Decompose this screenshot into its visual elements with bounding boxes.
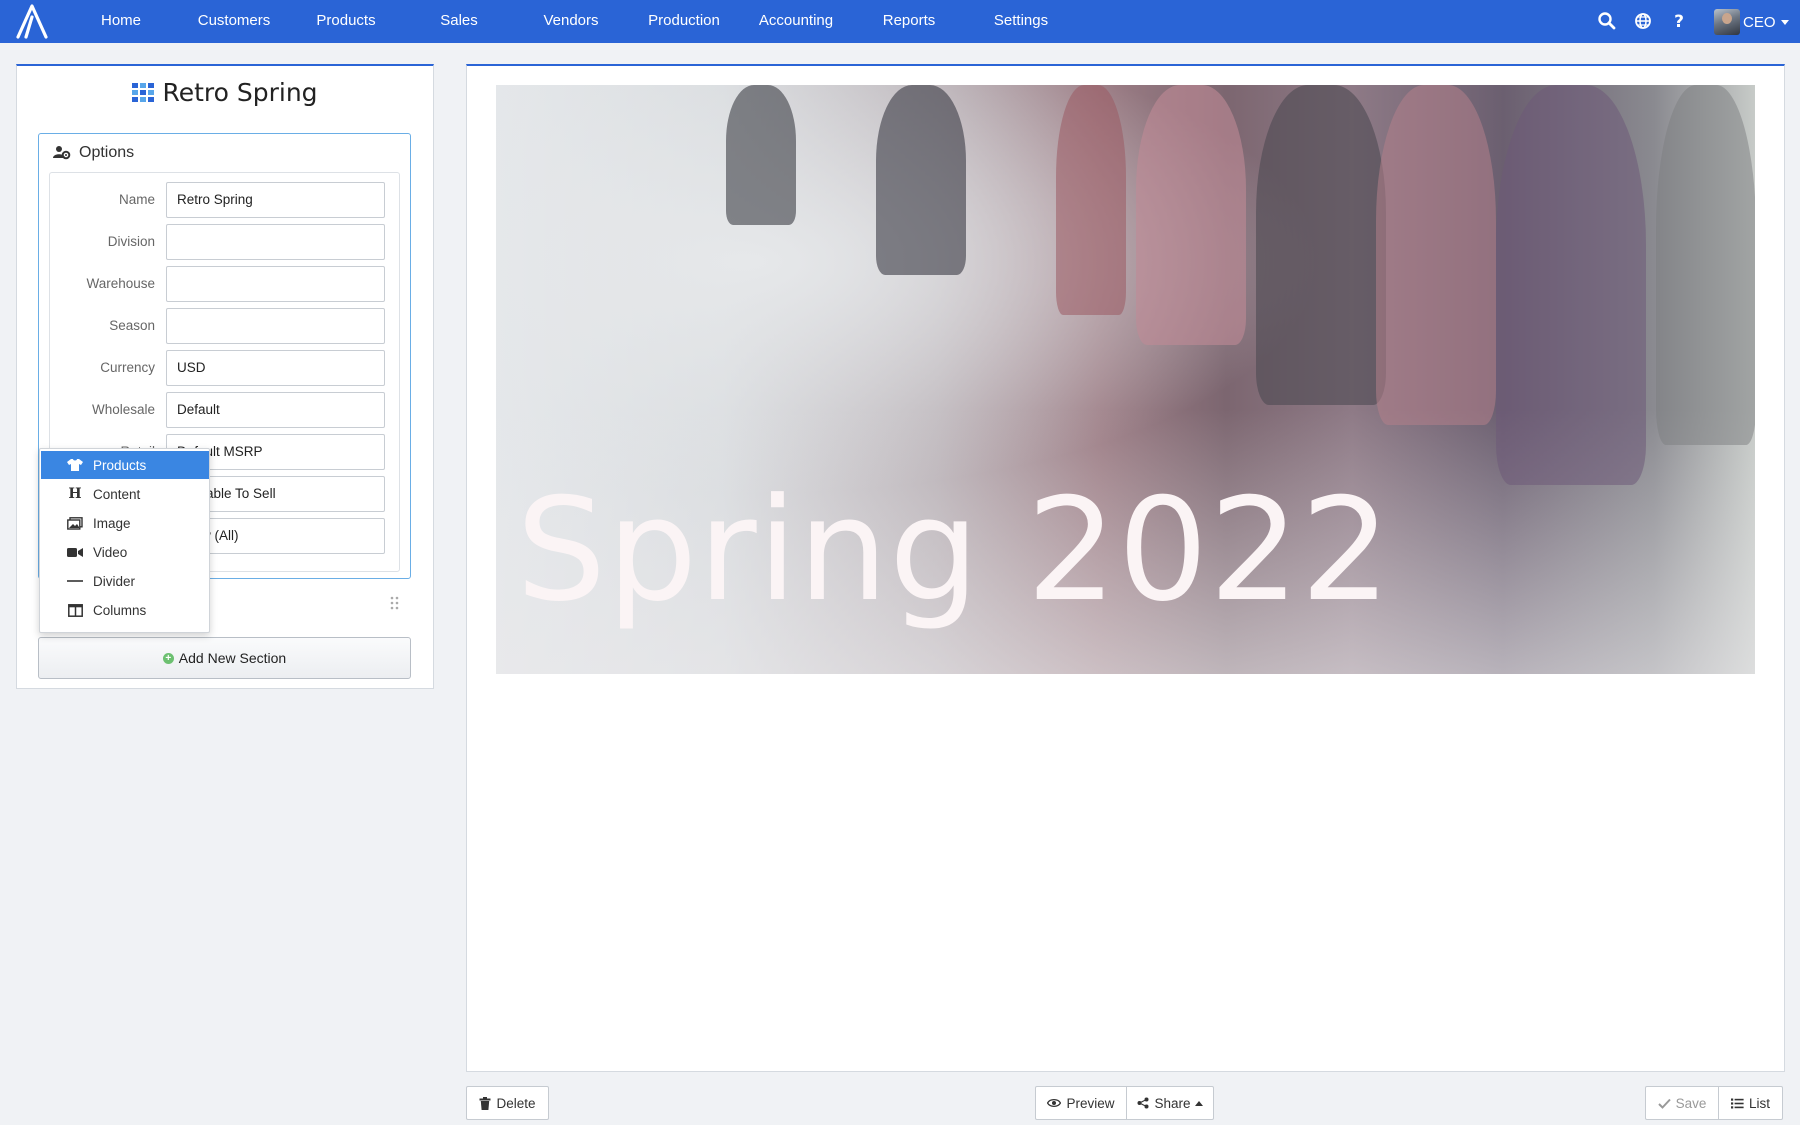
add-new-section-label: Add New Section — [178, 650, 287, 666]
field-label: Division — [107, 234, 155, 249]
menu-item-video[interactable]: Video — [41, 538, 209, 566]
share-label: Share — [1154, 1095, 1191, 1111]
page-title-text: Retro Spring — [162, 78, 318, 107]
list-button[interactable]: List — [1718, 1086, 1783, 1120]
images-icon — [65, 515, 85, 531]
decorative-figure — [1656, 85, 1755, 445]
field-label: Warehouse — [86, 276, 155, 291]
tshirt-icon — [65, 457, 85, 473]
menu-item-label: Content — [93, 486, 141, 502]
save-label: Save — [1675, 1095, 1707, 1111]
division-field[interactable] — [166, 224, 385, 260]
menu-item-label: Image — [93, 515, 131, 531]
menu-item-label: Columns — [93, 602, 147, 618]
users-cog-icon — [53, 146, 71, 160]
list-label: List — [1748, 1095, 1770, 1111]
menu-item-label: Products — [93, 457, 147, 473]
season-field[interactable] — [166, 308, 385, 344]
chevron-down-icon — [1780, 19, 1789, 25]
nav-home[interactable]: Home — [66, 0, 176, 43]
columns-icon — [65, 602, 85, 618]
options-heading[interactable]: Options — [53, 144, 134, 162]
field-label: Season — [109, 318, 155, 333]
decorative-figure — [1136, 85, 1246, 345]
field-currency: Currency USD — [50, 350, 399, 386]
nav-customers[interactable]: Customers — [179, 0, 289, 43]
save-button[interactable]: Save — [1645, 1086, 1719, 1120]
top-nav-bar: Home Customers Products Sales Vendors Pr… — [0, 0, 1800, 43]
name-field[interactable]: Retro Spring — [166, 182, 385, 218]
decorative-figure — [1376, 85, 1496, 425]
delete-label: Delete — [496, 1095, 536, 1111]
wholesale-field[interactable]: Default — [166, 392, 385, 428]
menu-item-label: Video — [93, 544, 128, 560]
field-label: Wholesale — [91, 402, 155, 417]
nav-settings[interactable]: Settings — [966, 0, 1076, 43]
menu-item-columns[interactable]: Columns — [41, 596, 209, 624]
search-icon[interactable] — [1596, 10, 1618, 32]
field-warehouse: Warehouse — [50, 266, 399, 302]
globe-icon[interactable] — [1632, 10, 1654, 32]
decorative-figure — [726, 85, 796, 225]
menu-item-products[interactable]: Products — [41, 451, 209, 479]
nav-sales[interactable]: Sales — [404, 0, 514, 43]
delete-button[interactable]: Delete — [466, 1086, 549, 1120]
field-season: Season — [50, 308, 399, 344]
menu-item-divider[interactable]: Divider — [41, 567, 209, 595]
catalog-grid-icon — [132, 83, 155, 102]
hero-banner-image[interactable]: Spring 2022 — [496, 85, 1755, 674]
page-title: Retro Spring — [17, 78, 433, 107]
preview-label: Preview — [1066, 1095, 1115, 1111]
catalog-preview-panel: Spring 2022 — [466, 64, 1785, 1072]
menu-item-content[interactable]: H Content — [41, 480, 209, 508]
eye-icon — [1047, 1098, 1062, 1108]
options-heading-text: Options — [79, 144, 135, 161]
preview-button[interactable]: Preview — [1035, 1086, 1127, 1120]
trash-icon — [479, 1096, 491, 1110]
drag-handle-icon[interactable] — [390, 596, 400, 610]
field-name: Name Retro Spring — [50, 182, 399, 218]
divider-icon — [65, 573, 85, 589]
add-new-section-button[interactable]: + Add New Section — [38, 637, 411, 679]
avatar — [1714, 9, 1740, 35]
menu-item-image[interactable]: Image — [41, 509, 209, 537]
nav-vendors[interactable]: Vendors — [516, 0, 626, 43]
nav-reports[interactable]: Reports — [854, 0, 964, 43]
share-icon — [1137, 1097, 1149, 1109]
heading-icon: H — [68, 486, 82, 502]
currency-field[interactable]: USD — [166, 350, 385, 386]
warehouse-field[interactable] — [166, 266, 385, 302]
decorative-figure — [1256, 85, 1386, 405]
section-type-menu: Products H Content Image Video Divider C… — [39, 448, 210, 633]
field-label: Name — [118, 192, 155, 207]
chevron-up-icon — [1194, 1100, 1203, 1106]
nav-products[interactable]: Products — [291, 0, 401, 43]
help-icon[interactable]: ? — [1668, 10, 1690, 32]
check-icon — [1657, 1098, 1671, 1109]
user-menu[interactable]: CEO — [1714, 8, 1789, 36]
app-logo-icon[interactable] — [14, 3, 50, 39]
svg-text:?: ? — [1674, 12, 1684, 32]
user-label: CEO — [1743, 13, 1776, 31]
field-division: Division — [50, 224, 399, 260]
decorative-figure — [1056, 85, 1126, 315]
hero-title: Spring 2022 — [516, 468, 1392, 633]
field-wholesale: Wholesale Default — [50, 392, 399, 428]
video-icon — [65, 544, 85, 560]
plus-circle-icon: + — [162, 652, 174, 664]
decorative-figure — [1496, 85, 1646, 485]
share-button[interactable]: Share — [1126, 1086, 1214, 1120]
nav-accounting[interactable]: Accounting — [741, 0, 851, 43]
nav-production[interactable]: Production — [629, 0, 739, 43]
menu-item-label: Divider — [93, 573, 136, 589]
decorative-figure — [876, 85, 966, 275]
list-icon — [1730, 1098, 1744, 1108]
field-label: Currency — [100, 360, 155, 375]
